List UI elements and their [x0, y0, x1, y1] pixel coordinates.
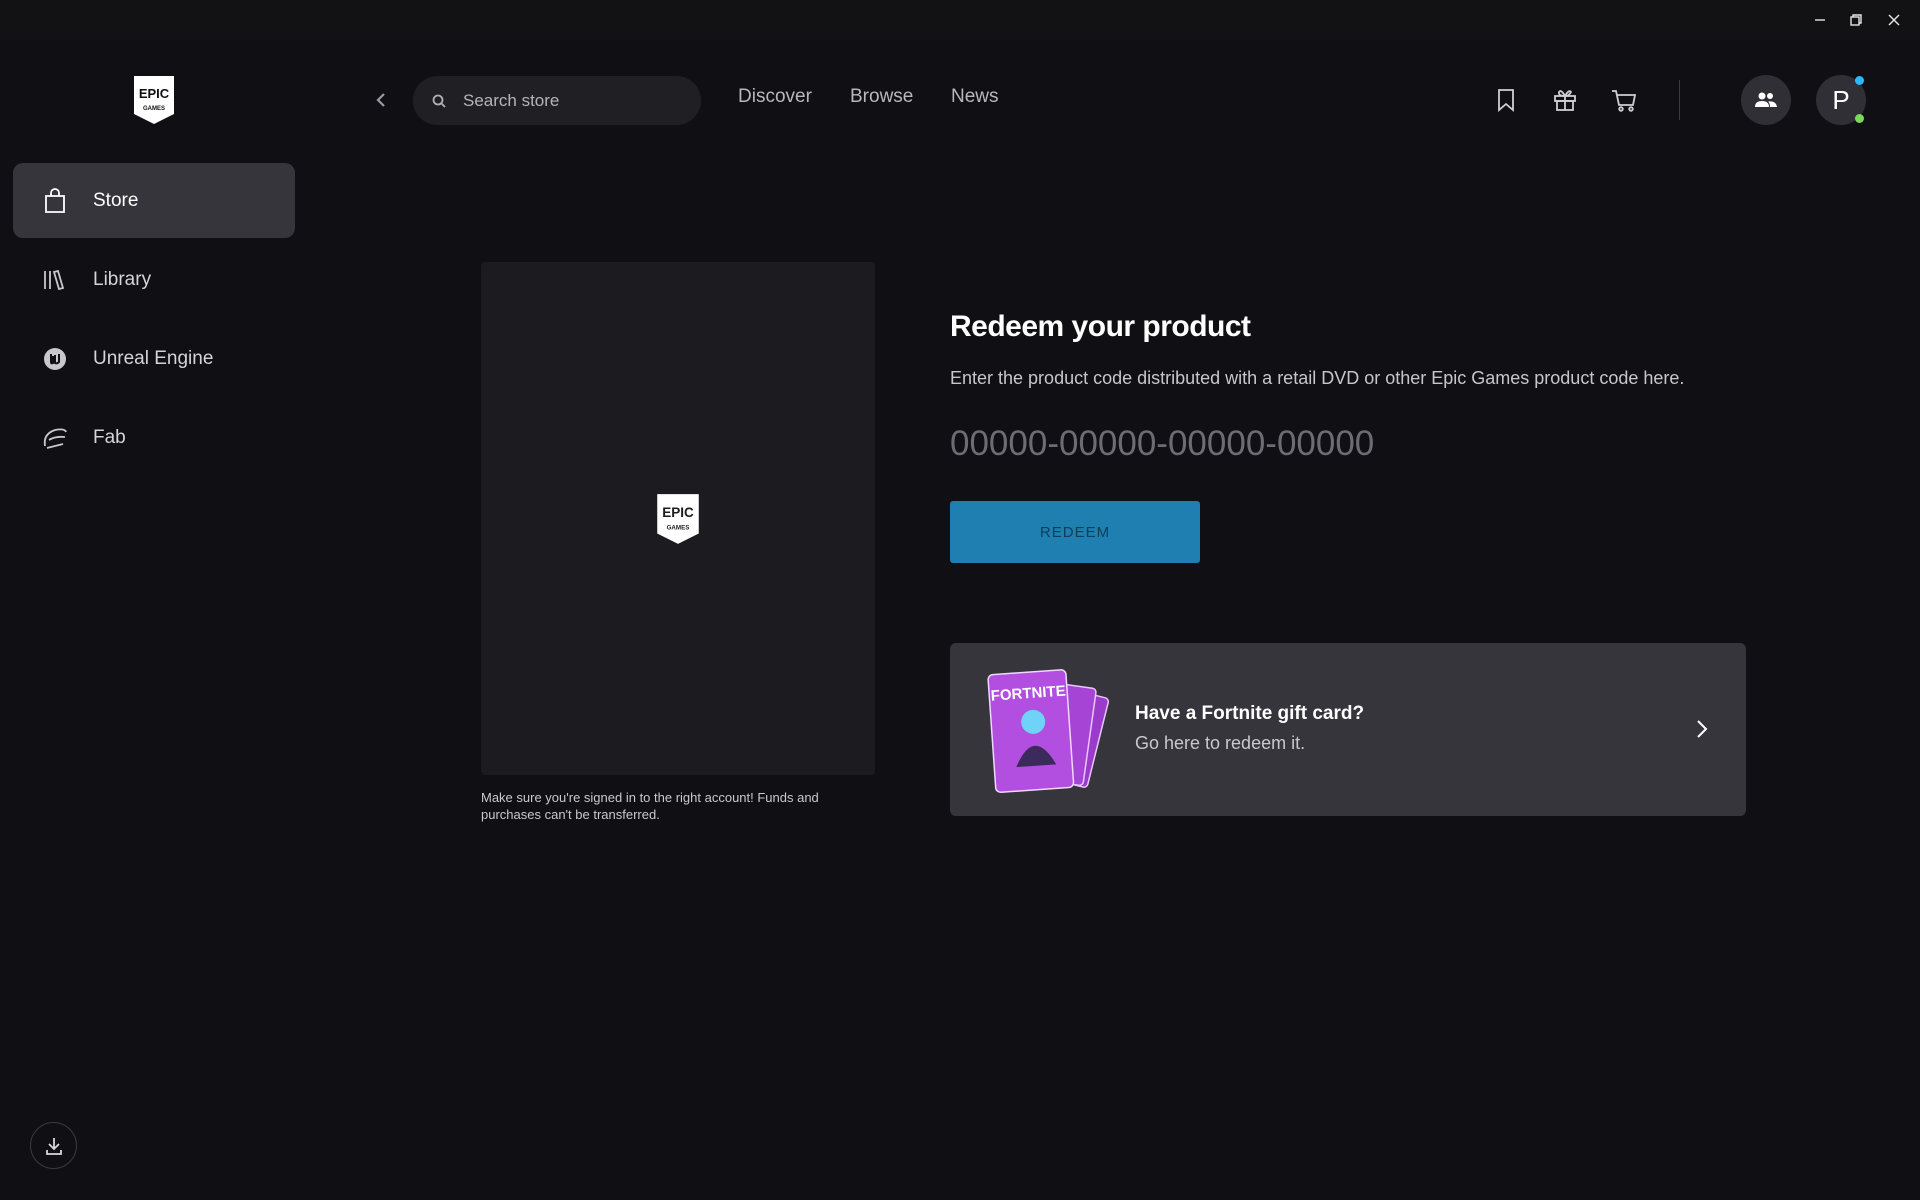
downloads-button[interactable] — [30, 1122, 77, 1169]
friends-icon — [1755, 92, 1777, 107]
wishlist-icon — [1498, 89, 1514, 112]
wishlist-button[interactable] — [1489, 83, 1523, 117]
sidebar-item-fab[interactable]: Fab — [13, 400, 295, 475]
nav-news[interactable]: News — [951, 86, 999, 116]
product-image-panel: EPIC GAMES — [481, 262, 875, 775]
logo-text-epic: EPIC — [662, 505, 694, 520]
logo-text-epic: EPIC — [139, 86, 170, 101]
chevron-right-icon — [1690, 715, 1714, 743]
page-description: Enter the product code distributed with … — [950, 368, 1685, 388]
logo-text-games: GAMES — [667, 524, 690, 531]
sidebar-item-label: Store — [93, 189, 139, 211]
sidebar: EPIC GAMES Store Library Unreal Engine F… — [0, 40, 310, 1200]
close-icon — [1888, 14, 1900, 26]
minimize-icon — [1815, 19, 1825, 21]
fab-icon — [33, 426, 77, 450]
friends-button[interactable] — [1741, 75, 1791, 125]
gift-card-title: Have a Fortnite gift card? — [1135, 703, 1365, 724]
epic-games-logo[interactable]: EPIC GAMES — [132, 74, 176, 126]
library-icon — [33, 268, 77, 292]
product-code-input[interactable] — [950, 419, 1470, 469]
sidebar-item-store[interactable]: Store — [13, 163, 295, 238]
page-title: Redeem your product — [950, 310, 1251, 343]
sidebar-item-label: Library — [93, 268, 152, 290]
topbar-divider — [1679, 80, 1680, 120]
close-button[interactable] — [1876, 6, 1912, 34]
fortnite-gift-cards-image: FORTNITE — [987, 669, 1110, 794]
restore-icon — [1850, 14, 1862, 26]
account-warning-text: Make sure you're signed in to the right … — [481, 790, 819, 822]
sidebar-item-unreal-engine[interactable]: Unreal Engine — [13, 321, 295, 396]
gift-icon — [1554, 90, 1576, 111]
nav-browse[interactable]: Browse — [850, 86, 913, 116]
sidebar-item-label: Fab — [93, 426, 126, 448]
online-status-badge — [1855, 114, 1864, 123]
back-button[interactable] — [368, 86, 394, 114]
download-icon — [45, 1137, 62, 1155]
shopping-bag-icon — [33, 187, 77, 214]
window-titlebar — [0, 0, 1920, 40]
restore-button[interactable] — [1838, 6, 1874, 34]
chevron-left-icon — [376, 93, 385, 107]
gift-card-subtitle: Go here to redeem it. — [1135, 733, 1306, 753]
unreal-engine-icon — [33, 346, 77, 372]
cart-icon — [1612, 90, 1637, 112]
gift-button[interactable] — [1548, 83, 1582, 117]
search-icon — [432, 94, 446, 108]
minimize-button[interactable] — [1802, 6, 1838, 34]
sidebar-item-library[interactable]: Library — [13, 242, 295, 317]
cart-button[interactable] — [1607, 83, 1641, 117]
search-bar[interactable] — [413, 76, 701, 125]
search-input[interactable] — [461, 89, 681, 112]
logo-text-games: GAMES — [143, 106, 165, 112]
nav-discover[interactable]: Discover — [738, 86, 812, 116]
sidebar-item-label: Unreal Engine — [93, 347, 214, 369]
fortnite-gift-card-link[interactable]: FORTNITE Have a Fortnite gift card? Go h… — [950, 643, 1746, 816]
epic-games-logo: EPIC GAMES — [657, 494, 699, 544]
redeem-button[interactable]: REDEEM — [950, 501, 1200, 563]
notification-badge — [1855, 76, 1864, 85]
